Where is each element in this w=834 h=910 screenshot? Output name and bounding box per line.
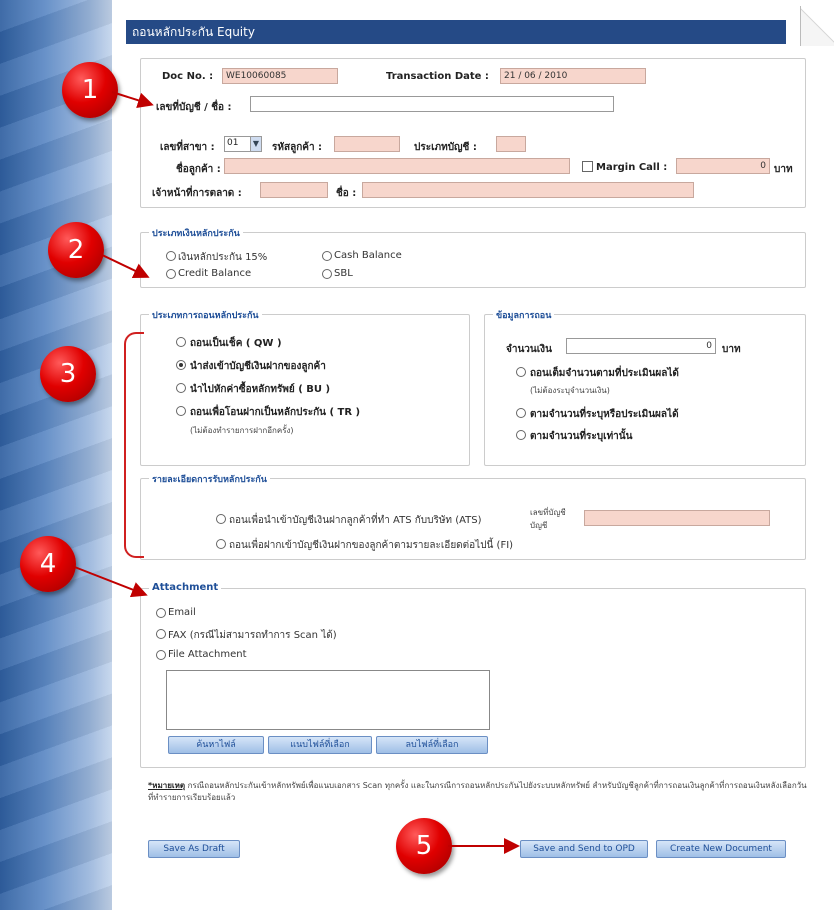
marker-1-arrow xyxy=(111,91,154,109)
annotation-arrows xyxy=(71,91,520,854)
marker-2-arrow xyxy=(99,253,150,279)
marker-4-arrow xyxy=(71,565,148,598)
